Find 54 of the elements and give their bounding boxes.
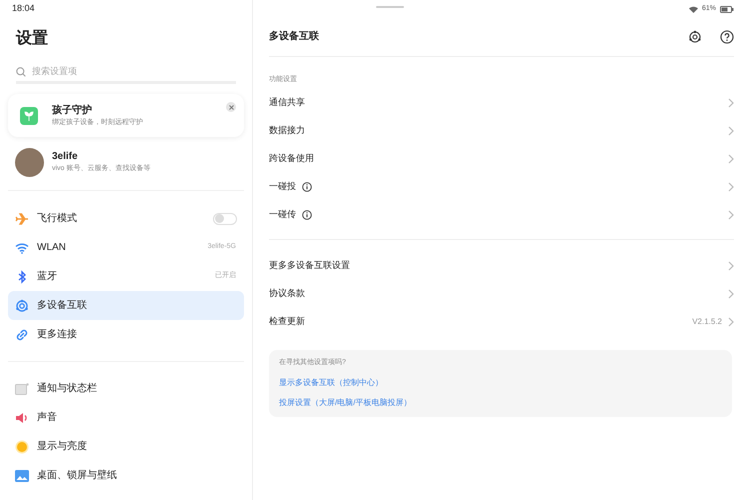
version-value: V2.1.5.2: [692, 316, 722, 328]
page-title: 设置: [14, 28, 49, 49]
chevron-icon: [728, 317, 734, 327]
sun-icon: [15, 440, 29, 454]
sprout-icon: [20, 106, 38, 124]
sidebar-item[interactable]: 声音: [8, 403, 244, 432]
chevron-icon: [728, 98, 734, 108]
settings-row[interactable]: 更多多设备互联设置: [269, 252, 734, 280]
wifi-icon: [688, 6, 698, 12]
sidebar-item[interactable]: 显示与亮度: [8, 432, 244, 461]
settings-row[interactable]: 跨设备使用: [269, 145, 734, 173]
status-time: 18:04: [12, 2, 35, 16]
airplane-icon: [15, 212, 29, 226]
settings-row[interactable]: 检查更新 V2.1.5.2: [269, 308, 734, 336]
avatar: [15, 148, 44, 176]
speaker-icon: [15, 412, 29, 424]
link-icon: [15, 328, 29, 342]
info-icon[interactable]: [302, 182, 312, 192]
close-icon: [228, 104, 234, 110]
suggestion-link[interactable]: 投屏设置（大屏/电脑/平板电脑投屏）: [279, 396, 722, 408]
sidebar-item[interactable]: 多设备互联: [8, 291, 244, 320]
chevron-icon: [728, 289, 734, 299]
chevron-icon: [728, 182, 734, 192]
info-icon[interactable]: [302, 210, 312, 220]
chevron-icon: [728, 210, 734, 220]
devices-button[interactable]: [688, 30, 702, 44]
toggle-switch[interactable]: [213, 212, 237, 224]
sidebar-item[interactable]: 飞行模式: [8, 204, 244, 233]
suggestion-link[interactable]: 显示多设备互联（控制中心）: [279, 376, 722, 388]
picture-icon: [15, 470, 29, 482]
settings-row[interactable]: 协议条款: [269, 280, 734, 308]
settings-row[interactable]: 一碰投: [269, 173, 734, 201]
settings-row[interactable]: 一碰传: [269, 201, 734, 229]
sidebar-item[interactable]: 桌面、锁屏与壁纸: [8, 461, 244, 490]
sidebar-item[interactable]: 更多连接: [8, 320, 244, 349]
search-field[interactable]: 搜索设置项: [32, 64, 236, 78]
search-icon: [16, 66, 26, 76]
chevron-icon: [728, 154, 734, 164]
settings-row[interactable]: 通信共享: [269, 89, 734, 117]
battery-icon: [720, 6, 734, 12]
connected-devices-icon: [15, 298, 29, 312]
page-title: 多设备互联: [269, 30, 320, 44]
chevron-icon: [728, 126, 734, 136]
account-name: 3elife: [52, 150, 79, 164]
settings-row[interactable]: 数据接力: [269, 117, 734, 145]
close-button[interactable]: [226, 102, 236, 112]
sidebar-item[interactable]: 通知与状态栏: [8, 374, 244, 403]
drag-handle[interactable]: [376, 6, 404, 8]
card-title: 孩子守护: [52, 103, 93, 118]
wifi-icon: [15, 242, 29, 254]
chevron-icon: [728, 261, 734, 271]
bluetooth-icon: [17, 270, 27, 284]
help-button[interactable]: [720, 30, 734, 44]
notification-panel-icon: [15, 382, 29, 394]
